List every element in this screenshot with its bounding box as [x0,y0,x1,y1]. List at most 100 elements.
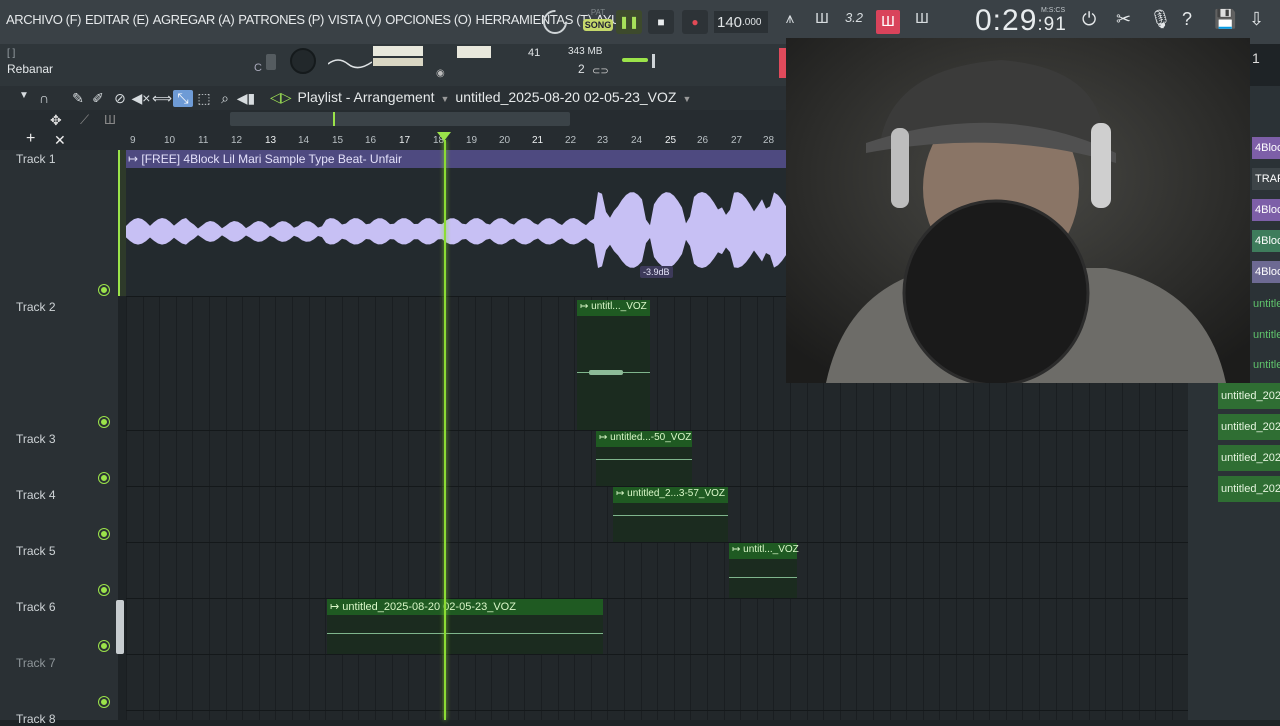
browser-clip-5[interactable]: untitled_202 [1218,414,1280,440]
browser-clip-7[interactable]: untitled_202 [1218,476,1280,502]
wait-for-input-icon[interactable]: Ш [810,10,834,27]
pitch-slider[interactable] [266,54,276,70]
select-icon[interactable]: ⬚ [194,90,214,107]
bar-number: 28 [763,135,775,146]
track-mute-led[interactable] [99,473,109,483]
blend-notes-icon[interactable]: Ш [876,10,900,34]
menu-opciones[interactable]: OPCIONES (O) [385,12,472,27]
pat-song-toggle[interactable]: PAT SONG [583,8,613,36]
bar-number: 24 [631,135,643,146]
timeline-ruler[interactable]: ✥ ⟋ Ш + ✕ 9 10 11 12 13 14 15 16 17 18 19 20 21 22 23 2… [0,110,790,150]
master-pitch-slider[interactable] [622,58,648,62]
browser-clip-6[interactable]: untitled_202 [1218,445,1280,471]
audio-clip-voz-5[interactable]: ↦ untitl..._VOZ [729,543,799,598]
slider-handle[interactable] [652,54,655,68]
clip-gain-label: -3.9dB [640,266,673,278]
pencil-icon[interactable]: ✎ [68,90,88,107]
zoom-icon[interactable]: ⌕ [215,90,235,107]
song-position-clock[interactable]: 0:29:91 M:S:CS [975,4,1067,38]
playback-icon[interactable]: ◀▮ [236,90,256,107]
cut-icon[interactable]: ✂ [1116,9,1131,30]
eye-icon: ◉ [436,68,445,79]
browser-item-4[interactable]: 4Bloc [1252,230,1280,252]
playhead-line [444,140,446,720]
audio-clip-voz-2[interactable]: ↦ untitl..._VOZ [577,300,650,430]
menu-vista[interactable]: VISTA (V) [328,12,382,27]
master-volume-knob[interactable] [290,48,316,74]
audio-clip-voz-3[interactable]: ↦ untitled...-50_VOZ [596,431,692,486]
audio-clip-beat[interactable]: ↦ [FREE] 4Block Lil Mari Sample Type Bea… [126,150,790,296]
help-icon[interactable]: ? [1182,9,1192,30]
bar-number: 12 [231,135,243,146]
loop-record-icon[interactable]: Ш [910,10,934,27]
add-track-icon[interactable]: + [26,130,35,148]
overview-position-marker [333,112,335,126]
track-mute-led[interactable] [99,585,109,595]
pause-button[interactable]: ❚❚ [616,10,642,34]
browser-clip-1[interactable]: untitled_202 [1250,291,1280,317]
playlist-title[interactable]: ◁▷ Playlist - Arrangement ▼ untitled_2025-0… [270,89,691,106]
stop-button[interactable]: ■ [648,10,674,34]
track-mute-led[interactable] [99,641,109,651]
power-icon[interactable]: ⏻ [1082,9,1096,30]
track-name[interactable]: Track 8 [16,712,56,726]
menu-agregar[interactable]: AGREGAR (A) [153,12,235,27]
pause-icon: ❚❚ [618,15,640,29]
move-icon[interactable]: ✥ [50,112,62,129]
track-headers: Track 1 Track 2 Track 3 Track 4 Track 5 Track… [0,150,124,726]
track-mute-led[interactable] [99,529,109,539]
menu-archivo[interactable]: ARCHIVO (F) [6,12,81,27]
track-name[interactable]: Track 1 [16,152,56,166]
metronome-icon[interactable]: ⩚ [778,10,802,27]
browser-item-3[interactable]: 4Bloc [1252,199,1280,221]
slice-icon[interactable]: ⤡ [173,90,193,107]
track-name[interactable]: Track 3 [16,432,56,446]
browser-clip-3[interactable]: untitled_202 [1250,352,1280,378]
track-name[interactable]: Track 4 [16,488,56,502]
slip-icon[interactable]: ⟺ [152,90,172,107]
menu-editar[interactable]: EDITAR (E) [85,12,149,27]
beat-waveform [126,192,790,268]
browser-item-2[interactable]: TRAP + [1252,168,1280,190]
track-name[interactable]: Track 7 [16,656,56,670]
track-name[interactable]: Track 6 [16,600,56,614]
track-mute-led[interactable] [99,697,109,707]
remove-icon[interactable]: ✕ [54,132,66,149]
tempo-display[interactable]: 140.000 [714,11,768,33]
magnet-icon[interactable]: ∩ [34,90,54,106]
beat-clip-label: [FREE] 4Block Lil Mari Sample Type Beat-… [141,152,402,166]
countdown-icon[interactable]: 3.2 [842,10,866,25]
mute-icon[interactable]: ◀× [131,90,151,107]
speaker-icon: ◁▷ [270,89,292,105]
playlist-overview-scrollbar[interactable] [230,112,570,126]
menu-herramientas[interactable]: HERRAMIENTAS (T) [475,12,592,27]
hint-label: Rebanar [7,62,54,76]
track-name[interactable]: Track 5 [16,544,56,558]
audio-clip-voz-4[interactable]: ↦ untitled_2...3-57_VOZ [613,487,728,542]
delete-icon[interactable]: ⊘ [110,90,130,107]
track-scrollbar[interactable] [116,600,124,654]
curve-icon[interactable]: ⟋ [80,112,89,128]
polyphony-value: 2 [578,62,585,76]
piano-icon[interactable]: Ш [104,112,116,127]
bar-number: 23 [597,135,609,146]
track-name[interactable]: Track 2 [16,300,56,314]
paint-brush-icon[interactable]: ✐ [88,90,108,107]
bar-number: 17 [399,135,411,146]
browser-item-1[interactable]: 4Bloc [1252,137,1280,159]
oscilloscope-display [373,46,423,56]
menu-patrones[interactable]: PATRONES (P) [238,12,324,27]
record-icon: ● [691,15,699,29]
browser-item-5[interactable]: 4Bloc [1252,261,1280,283]
playlist-menu-icon[interactable]: ▼ [14,90,34,101]
bar-number: 19 [466,135,478,146]
track-mute-led[interactable] [99,417,109,427]
browser-clip-4[interactable]: untitled_202 [1218,383,1280,409]
export-icon[interactable]: ⇩ [1249,9,1264,30]
audio-clip-voz-6[interactable]: ↦ untitled_2025-08-20 02-05-23_VOZ [327,599,603,654]
record-button[interactable]: ● [682,10,708,34]
microphone-icon[interactable]: 🎙 [1149,9,1172,30]
save-icon[interactable]: 💾 [1214,9,1236,30]
browser-clip-2[interactable]: untitled_202 [1250,322,1280,348]
track-mute-led[interactable] [99,285,109,295]
